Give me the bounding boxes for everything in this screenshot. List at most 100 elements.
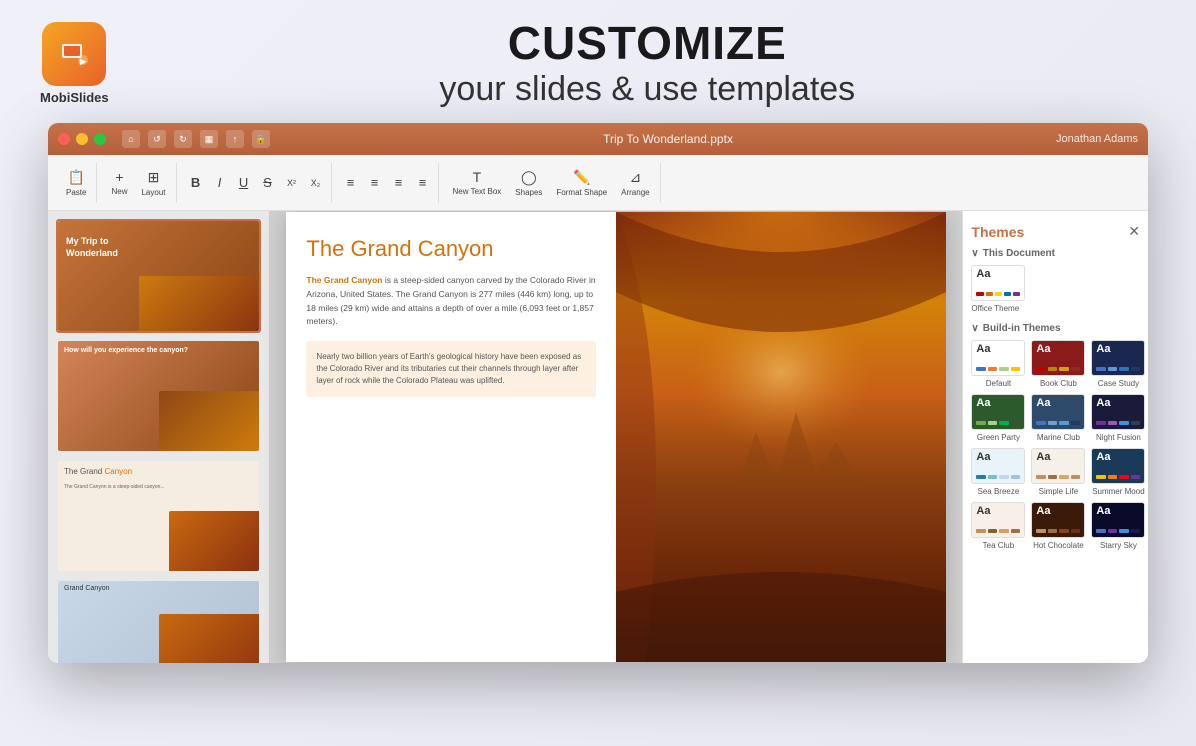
slide-thumb-2[interactable]: How will you experience the canyon? 2 — [56, 339, 261, 453]
builtin-themes-label: ∨ Build-in Themes — [971, 323, 1140, 334]
header-title: CUSTOMIZE — [139, 18, 1156, 69]
default-label: Default — [986, 379, 1011, 388]
window-title: Trip To Wonderland.pptx — [286, 132, 1050, 146]
office-theme-preview: Aa — [971, 265, 1025, 301]
green-party-theme[interactable]: Aa Green Party — [971, 394, 1025, 442]
slide-editor[interactable]: The Grand Canyon The Grand Canyon is a s… — [270, 211, 962, 663]
align-justify-button[interactable]: ≡ — [412, 172, 434, 194]
share-icon[interactable]: ↑ — [226, 130, 244, 148]
align-right-button[interactable]: ≡ — [388, 172, 410, 194]
slide-preview-3: The Grand Canyon The Grand Canyon is a s… — [58, 461, 259, 571]
toolbar-group-format: B I U S X² X₂ — [181, 163, 332, 203]
themes-panel-title: Themes — [971, 224, 1024, 240]
slide-block-text: Nearly two billion years of Earth's geol… — [306, 341, 596, 397]
toolbar-group-insert: T New Text Box ◯ Shapes ✏️ Format Shape … — [443, 163, 661, 203]
hot-chocolate-theme[interactable]: Aa Hot Chocolate — [1031, 502, 1085, 550]
slide-image-area — [616, 212, 946, 662]
night-fusion-label: Night Fusion — [1096, 433, 1141, 442]
toolbar-group-slides: + New ⊞ Layout — [101, 163, 176, 203]
shapes-button[interactable]: ◯ Shapes — [509, 165, 548, 201]
themes-grid: Aa Default Aa — [971, 340, 1140, 550]
toolbar: 📋 Paste + New ⊞ Layout B I U S X² X₂ ≡ ≡ — [48, 155, 1148, 211]
green-party-label: Green Party — [977, 433, 1020, 442]
office-theme-item[interactable]: Aa Office Theme — [971, 265, 1140, 313]
case-study-label: Case Study — [1098, 379, 1139, 388]
toolbar-group-clipboard: 📋 Paste — [56, 163, 97, 203]
close-button[interactable] — [58, 133, 70, 145]
app-logo: ▶ MobiSlides — [40, 22, 109, 105]
grid-icon[interactable]: ▦ — [200, 130, 218, 148]
highlighted-text: The Grand Canyon — [306, 275, 382, 285]
arrange-button[interactable]: ⊿ Arrange — [615, 165, 655, 201]
user-name: Jonathan Adams — [1056, 133, 1138, 145]
nav-icons: ⌂ ↺ ↻ ▦ ↑ 🔒 — [122, 130, 270, 148]
slide-thumb-4[interactable]: Grand Canyon 4 — [56, 579, 261, 663]
paste-button[interactable]: 📋 Paste — [60, 165, 92, 201]
home-icon[interactable]: ⌂ — [122, 130, 140, 148]
sea-breeze-label: Sea Breeze — [978, 487, 1020, 496]
night-fusion-theme[interactable]: Aa Night Fusion — [1091, 394, 1145, 442]
new-button[interactable]: + New — [105, 165, 133, 201]
themes-panel: Themes ✕ ∨ This Document Aa — [962, 211, 1148, 663]
summer-mood-label: Summer Mood — [1092, 487, 1144, 496]
case-study-theme[interactable]: Aa Case Study — [1091, 340, 1145, 388]
marine-club-theme[interactable]: Aa Marine Club — [1031, 394, 1085, 442]
align-left-button[interactable]: ≡ — [340, 172, 362, 194]
book-club-label: Book Club — [1040, 379, 1077, 388]
heading-colored: Canyon — [418, 236, 494, 261]
builtin-themes-section: ∨ Build-in Themes Aa — [971, 323, 1140, 550]
sea-breeze-theme[interactable]: Aa Sea Breeze — [971, 448, 1025, 496]
starry-sky-theme[interactable]: Aa Starry Sky — [1091, 502, 1145, 550]
slide-thumb-1[interactable]: My Trip toWonderland 1 — [56, 219, 261, 333]
tea-club-label: Tea Club — [983, 541, 1015, 550]
new-text-box-button[interactable]: T New Text Box — [447, 165, 508, 201]
format-shape-button[interactable]: ✏️ Format Shape — [550, 165, 613, 201]
office-theme-label: Office Theme — [971, 304, 1019, 313]
underline-button[interactable]: U — [233, 172, 255, 194]
this-document-label: ∨ This Document — [971, 248, 1140, 259]
slide-thumb-3[interactable]: The Grand Canyon The Grand Canyon is a s… — [56, 459, 261, 573]
align-center-button[interactable]: ≡ — [364, 172, 386, 194]
title-bar: ⌂ ↺ ↻ ▦ ↑ 🔒 Trip To Wonderland.pptx Jona… — [48, 123, 1148, 155]
italic-button[interactable]: I — [209, 172, 231, 194]
app-window: ⌂ ↺ ↻ ▦ ↑ 🔒 Trip To Wonderland.pptx Jona… — [48, 123, 1148, 663]
starry-sky-label: Starry Sky — [1100, 541, 1137, 550]
simple-life-label: Simple Life — [1039, 487, 1079, 496]
lock-icon[interactable]: 🔒 — [252, 130, 270, 148]
this-document-section: ∨ This Document Aa Office Theme — [971, 248, 1140, 313]
canyon-svg — [616, 212, 946, 662]
book-club-theme[interactable]: Aa Book Club — [1031, 340, 1085, 388]
slide-body: The Grand Canyon is a steep-sided canyon… — [306, 274, 596, 328]
header-text-block: CUSTOMIZE your slides & use templates — [139, 18, 1156, 109]
redo-icon[interactable]: ↻ — [174, 130, 192, 148]
maximize-button[interactable] — [94, 133, 106, 145]
themes-close-button[interactable]: ✕ — [1128, 223, 1140, 240]
superscript-button[interactable]: X² — [281, 172, 303, 194]
header-subtitle: your slides & use templates — [139, 69, 1156, 110]
layout-button[interactable]: ⊞ Layout — [135, 165, 171, 201]
svg-text:▶: ▶ — [79, 57, 87, 66]
summer-mood-theme[interactable]: Aa Summer Mood — [1091, 448, 1145, 496]
slide-preview-4: Grand Canyon — [58, 581, 259, 663]
bold-button[interactable]: B — [185, 172, 207, 194]
slide-preview-1: My Trip toWonderland — [58, 221, 259, 331]
slide-panel[interactable]: My Trip toWonderland 1 How will you expe… — [48, 211, 270, 663]
minimize-button[interactable] — [76, 133, 88, 145]
top-header: ▶ MobiSlides CUSTOMIZE your slides & use… — [0, 0, 1196, 119]
strikethrough-button[interactable]: S — [257, 172, 279, 194]
slide-1-title: My Trip toWonderland — [66, 236, 118, 259]
app-name-label: MobiSlides — [40, 90, 109, 105]
hot-chocolate-label: Hot Chocolate — [1033, 541, 1084, 550]
default-theme[interactable]: Aa Default — [971, 340, 1025, 388]
toolbar-group-align: ≡ ≡ ≡ ≡ — [336, 163, 439, 203]
slide-preview-2: How will you experience the canyon? — [58, 341, 259, 451]
simple-life-theme[interactable]: Aa Simple Life — [1031, 448, 1085, 496]
heading-plain: The Grand — [306, 236, 417, 261]
tea-club-theme[interactable]: Aa Tea Club — [971, 502, 1025, 550]
app-logo-icon: ▶ — [42, 22, 106, 86]
slide-heading: The Grand Canyon — [306, 236, 596, 262]
slide-canvas: The Grand Canyon The Grand Canyon is a s… — [286, 212, 946, 662]
subscript-button[interactable]: X₂ — [305, 172, 327, 194]
undo-icon[interactable]: ↺ — [148, 130, 166, 148]
main-content: My Trip toWonderland 1 How will you expe… — [48, 211, 1148, 663]
